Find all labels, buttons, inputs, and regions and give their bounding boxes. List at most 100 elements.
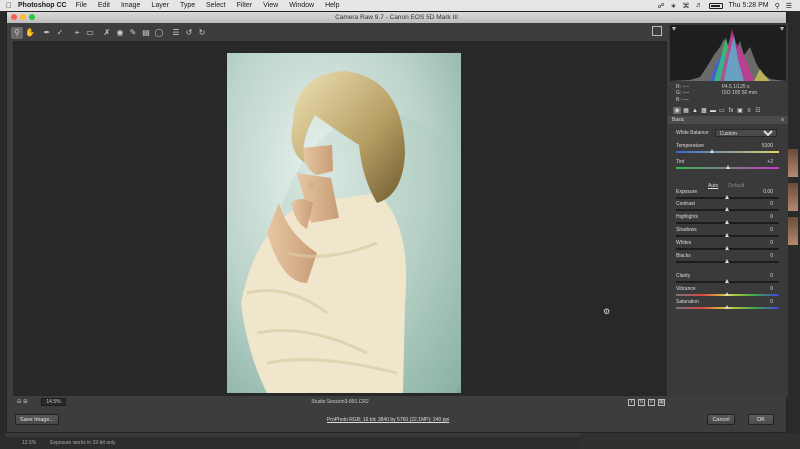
camera-calibration-tab-icon[interactable]: ▣ [736,107,744,114]
battery-icon[interactable] [708,2,723,9]
save-image-button[interactable]: Save Image... [15,414,59,425]
whites-slider[interactable]: Whites 0 [676,240,782,253]
menu-help[interactable]: Help [325,2,339,9]
bluetooth-icon[interactable]: ∗ [671,2,677,10]
ok-button[interactable]: OK [748,414,774,425]
straighten-icon[interactable]: ▭ [84,27,96,39]
photo-preview [227,53,461,393]
temperature-track[interactable] [676,151,779,153]
temperature-value[interactable]: 5100 [762,143,773,149]
minimize-window-icon[interactable] [20,14,26,20]
basic-tab-icon[interactable]: ◉ [673,107,681,114]
toggle-default-icon[interactable]: ▦ [658,398,665,406]
blacks-slider[interactable]: Blacks 0 [676,253,782,266]
color-sampler-icon[interactable]: ✓ [54,27,66,39]
menu-view[interactable]: View [263,2,278,9]
exposure-thumb[interactable] [725,195,729,199]
panel-menu-icon[interactable]: ≡ [781,117,784,123]
saturation-thumb[interactable] [725,305,729,309]
shadows-label: Shadows [676,227,697,233]
menu-image[interactable]: Image [121,2,140,9]
graduated-filter-icon[interactable]: ▤ [140,27,152,39]
temperature-thumb[interactable] [709,149,714,153]
rotate-cw-icon[interactable]: ↻ [196,27,208,39]
menu-edit[interactable]: Edit [98,2,110,9]
spot-removal-icon[interactable]: ✗ [101,27,113,39]
close-window-icon[interactable] [11,14,17,20]
layers-panel-footer [580,433,800,449]
adjustment-brush-icon[interactable]: ✎ [127,27,139,39]
shadows-value[interactable]: 0 [770,227,773,233]
contrast-thumb[interactable] [725,207,729,211]
highlights-slider[interactable]: Highlights 0 [676,214,782,227]
white-balance-icon[interactable]: ✒ [41,27,53,39]
app-menu[interactable]: Photoshop CC [18,2,67,9]
preferences-icon[interactable]: ☰ [170,27,182,39]
snapshots-tab-icon[interactable]: ☷ [754,107,762,114]
hand-icon[interactable]: ✋ [24,27,36,39]
vibrance-thumb[interactable] [725,292,729,296]
saturation-value[interactable]: 0 [770,299,773,305]
saturation-slider[interactable]: Saturation 0 [676,299,782,312]
temperature-slider[interactable]: Temperature 5100 [676,143,782,156]
white-balance-select[interactable]: Custom [714,129,777,137]
fx-tab-icon[interactable]: fx [727,108,735,114]
highlights-thumb[interactable] [725,220,729,224]
menu-layer[interactable]: Layer [151,2,169,9]
tone-curve-tab-icon[interactable]: ▦ [682,107,690,114]
red-eye-icon[interactable]: ◉ [114,27,126,39]
highlights-value[interactable]: 0 [770,214,773,220]
vibrance-value[interactable]: 0 [770,286,773,292]
wifi-icon[interactable]: ⌘ [683,2,690,10]
exposure-label: Exposure [676,189,698,195]
image-preview-area[interactable]: ⚙ [13,41,667,396]
clarity-slider[interactable]: Clarity 0 [676,273,782,286]
exposure-value[interactable]: 0.00 [763,189,773,195]
crop-icon[interactable]: ⌖ [71,27,83,39]
menu-filter[interactable]: Filter [237,2,253,9]
menu-select[interactable]: Select [206,2,225,9]
menu-bar:  Photoshop CC File Edit Image Layer Typ… [0,0,800,11]
copy-settings-icon[interactable]: ≡ [648,398,655,406]
section-title: Basic [672,117,685,123]
whites-thumb[interactable] [725,246,729,250]
fullscreen-toggle-icon[interactable] [652,26,662,36]
menu-file[interactable]: File [76,2,87,9]
tint-slider[interactable]: Tint +2 [676,159,782,172]
dialog-title-bar: Camera Raw 9.7 - Canon EOS 5D Mark III [7,12,786,23]
shadows-thumb[interactable] [725,233,729,237]
clarity-value[interactable]: 0 [770,273,773,279]
cancel-button[interactable]: Cancel [707,414,735,425]
zoom-window-icon[interactable] [29,14,35,20]
radial-filter-icon[interactable]: ◯ [153,27,165,39]
contrast-value[interactable]: 0 [770,201,773,207]
workflow-options-link[interactable]: ProPhoto RGB; 16 bit; 3840 by 5760 (22.1… [327,417,449,423]
whites-value[interactable]: 0 [770,240,773,246]
volume-icon[interactable]: ♬ [696,2,703,9]
lens-tab-icon[interactable]: ▭ [718,107,726,114]
split-toning-tab-icon[interactable]: ▬ [709,108,717,114]
contrast-slider[interactable]: Contrast 0 [676,201,782,214]
detail-tab-icon[interactable]: ▲ [691,108,699,114]
before-after-y-icon[interactable]: Y [628,398,635,406]
menu-type[interactable]: Type [180,2,195,9]
spotlight-icon[interactable]: ⚲ [775,2,780,10]
creative-cloud-icon[interactable]: ☍ [658,2,665,10]
zoom-icon[interactable]: ⚲ [11,26,23,39]
apple-icon[interactable]:  [0,1,18,10]
tint-value[interactable]: +2 [767,159,773,165]
vibrance-slider[interactable]: Vibrance 0 [676,286,782,299]
shadows-slider[interactable]: Shadows 0 [676,227,782,240]
menu-window[interactable]: Window [289,2,314,9]
presets-tab-icon[interactable]: ≡ [745,108,753,114]
blacks-value[interactable]: 0 [770,253,773,259]
notification-center-icon[interactable]: ☰ [786,2,792,10]
iso-info: ISO 100 50 mm [722,90,758,97]
clarity-thumb[interactable] [725,279,729,283]
rotate-ccw-icon[interactable]: ↺ [183,27,195,39]
before-after-swap-icon[interactable]: ⇅ [638,398,645,406]
blacks-thumb[interactable] [725,259,729,263]
hsl-tab-icon[interactable]: ▩ [700,107,708,114]
clock[interactable]: Thu 5:28 PM [729,2,769,9]
tint-thumb[interactable] [726,165,731,169]
